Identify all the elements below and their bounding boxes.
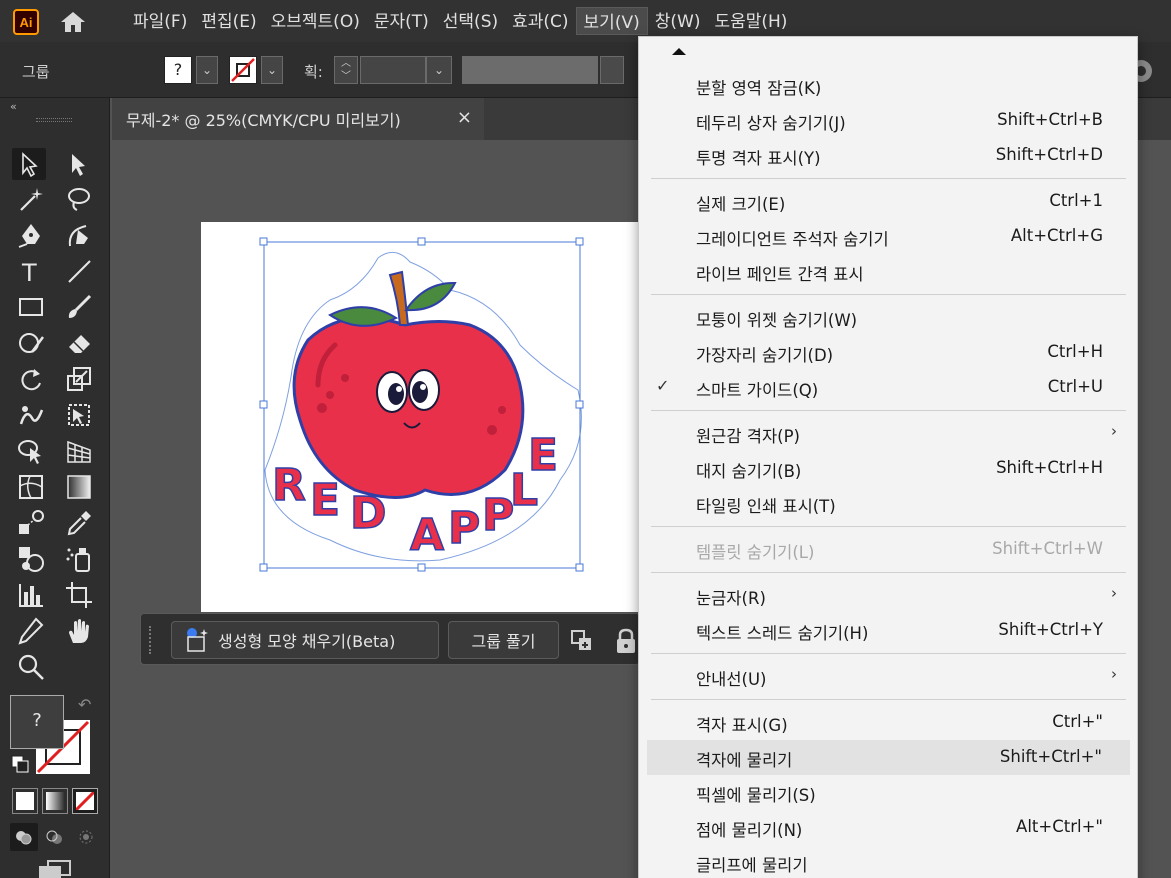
- view-menu-item-shortcut: Shift+Ctrl+D: [995, 145, 1103, 164]
- view-menu-item-label: 가장자리 숨기기(D): [696, 346, 834, 365]
- view-menu-item-label: 스마트 가이드(Q): [696, 381, 819, 400]
- view-menu-item-label: 대지 숨기기(B): [696, 462, 802, 481]
- view-menu-item[interactable]: 픽셀에 물리기(S): [639, 775, 1139, 810]
- view-menu-item[interactable]: 원근감 격자(P) ›: [639, 416, 1139, 451]
- view-menu-item-label: 분할 영역 잠금(K): [696, 79, 822, 98]
- fill-box[interactable]: ?: [10, 695, 64, 749]
- view-menu-item[interactable]: 점에 물리기(N) Alt+Ctrl+": [639, 810, 1139, 845]
- menu-separator: [651, 178, 1126, 179]
- view-menu-item-shortcut: Ctrl+H: [1047, 342, 1103, 361]
- submenu-chevron-icon: ›: [1111, 665, 1117, 683]
- view-menu-item-shortcut: Ctrl+U: [1047, 377, 1103, 396]
- checkmark-icon: ✓: [656, 376, 670, 395]
- view-menu-item-label: 타일링 인쇄 표시(T): [696, 497, 836, 516]
- contextual-task-bar: 생성형 모양 채우기(Beta) 그룹 풀기: [140, 613, 640, 665]
- submenu-chevron-icon: ›: [1111, 422, 1117, 440]
- view-menu-item[interactable]: 안내선(U) ›: [639, 659, 1139, 694]
- view-menu-item[interactable]: 격자 표시(G) Ctrl+": [639, 705, 1139, 740]
- view-menu-item-label: 텍스트 스레드 숨기기(H): [696, 624, 869, 643]
- view-menu-item: 템플릿 숨기기(L) Shift+Ctrl+W: [639, 532, 1139, 567]
- view-menu-item-label: 테두리 상자 숨기기(J): [696, 114, 846, 133]
- view-menu-item[interactable]: 분할 영역 잠금(K): [639, 68, 1139, 103]
- view-menu-item-shortcut: Shift+Ctrl+": [999, 747, 1102, 766]
- view-menu-item-label: 그레이디언트 주석자 숨기기: [696, 230, 889, 249]
- view-menu-item-label: 원근감 격자(P): [696, 427, 800, 446]
- view-menu-item[interactable]: 라이브 페인트 간격 표시: [639, 254, 1139, 289]
- view-menu-item-label: 실제 크기(E): [696, 195, 786, 214]
- view-menu-item[interactable]: 가장자리 숨기기(D) Ctrl+H: [639, 335, 1139, 370]
- view-menu-item-label: 격자 표시(G): [696, 716, 788, 735]
- view-menu-item[interactable]: ✓ 스마트 가이드(Q) Ctrl+U: [639, 370, 1139, 405]
- arrange-icon[interactable]: [569, 628, 595, 654]
- view-menu-item[interactable]: 눈금자(R) ›: [639, 578, 1139, 613]
- menu-separator: [651, 653, 1126, 654]
- menu-separator: [651, 572, 1126, 573]
- view-menu-item-shortcut: Alt+Ctrl+": [1016, 817, 1103, 836]
- view-menu-item-shortcut: Ctrl+1: [1049, 191, 1103, 210]
- view-menu-item-shortcut: Shift+Ctrl+Y: [998, 620, 1103, 639]
- view-menu-item-label: 픽셀에 물리기(S): [696, 786, 816, 805]
- view-menu-item-label: 안내선(U): [696, 670, 767, 689]
- view-menu-item[interactable]: 대지 숨기기(B) Shift+Ctrl+H: [639, 451, 1139, 486]
- view-menu-item-label: 글리프에 물리기: [696, 856, 808, 875]
- view-menu-item-label: 눈금자(R): [696, 589, 766, 608]
- view-menu-item-shortcut: Shift+Ctrl+W: [992, 539, 1103, 558]
- view-menu-item-label: 격자에 물리기: [696, 751, 793, 770]
- menu-separator: [651, 294, 1126, 295]
- lock-icon[interactable]: [614, 627, 638, 655]
- submenu-chevron-icon: ›: [1111, 584, 1117, 602]
- ungroup-button[interactable]: 그룹 풀기: [448, 621, 559, 659]
- illustrator-window: Ai 파일(F) 편집(E) 오브젝트(O) 문자(T) 선택(S) 효과(C) 보기(V)…: [0, 0, 1171, 878]
- menu-separator: [651, 699, 1126, 700]
- task-bar-grip[interactable]: [149, 626, 155, 654]
- view-menu-item[interactable]: 텍스트 스레드 숨기기(H) Shift+Ctrl+Y: [639, 613, 1139, 648]
- view-menu-item-shortcut: Ctrl+": [1052, 712, 1103, 731]
- view-menu-item[interactable]: 실제 크기(E) Ctrl+1: [639, 184, 1139, 219]
- menu-separator: [651, 410, 1126, 411]
- view-menu-item[interactable]: 투명 격자 표시(Y) Shift+Ctrl+D: [639, 138, 1139, 173]
- view-menu-item[interactable]: 그레이디언트 주석자 숨기기 Alt+Ctrl+G: [639, 219, 1139, 254]
- view-menu-item-shortcut: Alt+Ctrl+G: [1010, 226, 1103, 245]
- view-menu-item[interactable]: 글리프에 물리기: [639, 845, 1139, 878]
- view-menu-item-label: 점에 물리기(N): [696, 821, 803, 840]
- view-menu-item[interactable]: 타일링 인쇄 표시(T): [639, 486, 1139, 521]
- view-menu-item-label: 템플릿 숨기기(L): [696, 543, 815, 562]
- view-menu-item-label: 투명 격자 표시(Y): [696, 149, 821, 168]
- generative-fill-icon: [187, 628, 208, 652]
- generative-fill-label: 생성형 모양 채우기(Beta): [218, 632, 396, 651]
- generative-shape-fill-button[interactable]: 생성형 모양 채우기(Beta): [171, 621, 439, 659]
- menu-separator: [651, 526, 1126, 527]
- scroll-up-arrow-icon[interactable]: [668, 43, 690, 59]
- view-menu-item[interactable]: 격자에 물리기 Shift+Ctrl+": [647, 740, 1130, 775]
- view-menu-item[interactable]: 테두리 상자 숨기기(J) Shift+Ctrl+B: [639, 103, 1139, 138]
- view-menu-item[interactable]: 모퉁이 위젯 숨기기(W): [639, 300, 1139, 335]
- view-menu-dropdown: 분할 영역 잠금(K) 테두리 상자 숨기기(J) Shift+Ctrl+B 투명 격…: [638, 36, 1138, 878]
- view-menu-item-label: 라이브 페인트 간격 표시: [696, 265, 864, 284]
- view-menu-item-shortcut: Shift+Ctrl+H: [996, 458, 1103, 477]
- view-menu-item-shortcut: Shift+Ctrl+B: [997, 110, 1103, 129]
- view-menu-item-label: 모퉁이 위젯 숨기기(W): [696, 311, 858, 330]
